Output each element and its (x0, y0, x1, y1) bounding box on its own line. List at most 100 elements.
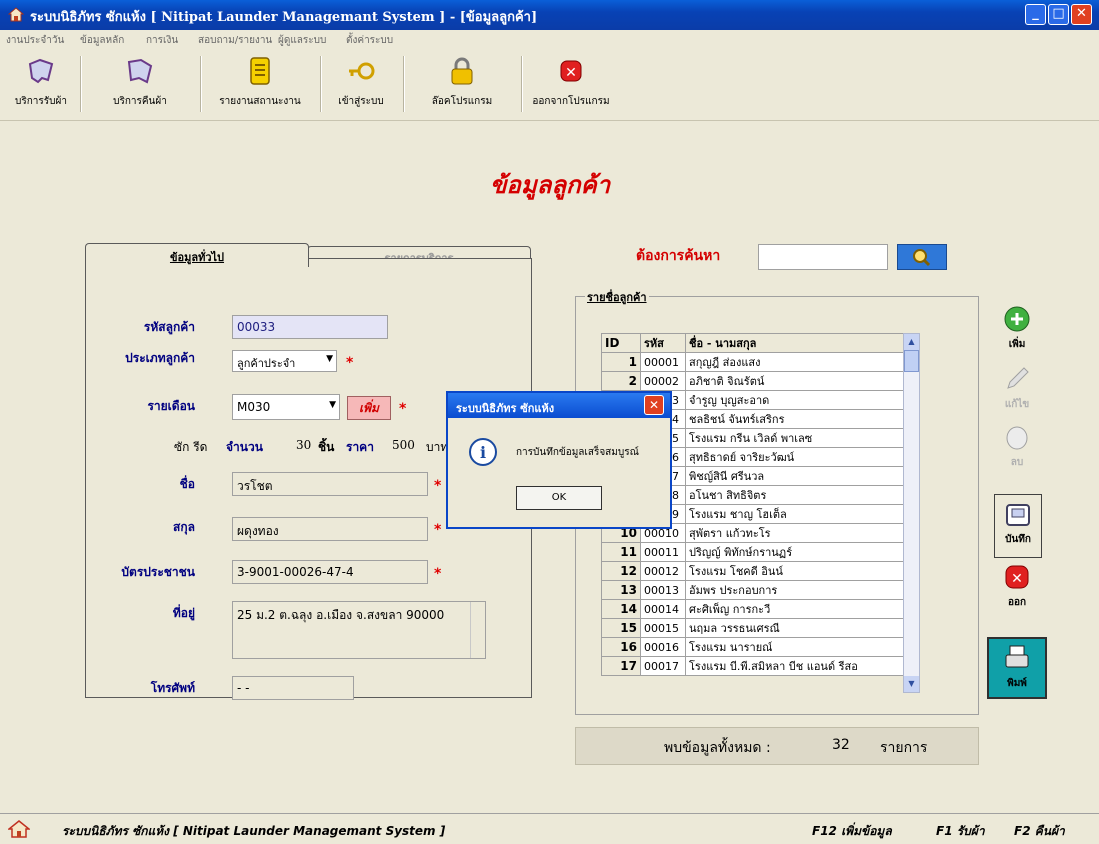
first-name-field[interactable]: วรโชต (232, 472, 428, 496)
row-name: โรงแรม บี.พี.สมิหลา บีช แอนด์ รีสอ (685, 656, 915, 676)
row-id: 16 (601, 637, 641, 657)
add-monthly-button[interactable]: เพิ่ม (347, 396, 391, 420)
table-row[interactable]: 15 00015 นฤมล วรรธนเศรณี (601, 618, 915, 638)
chevron-down-icon: ▼ (329, 400, 336, 410)
id-card-label: บัตรประชาชน (121, 565, 195, 579)
list-scrollbar[interactable]: ▲ ▼ (903, 333, 920, 693)
print-button[interactable]: พิมพ์ (987, 637, 1047, 699)
window-title: ระบบนิธิภัทร ซักแห้ง [ Nitipat Launder M… (30, 10, 538, 25)
dialog-title: ระบบนิธิภัทร ซักแห้ง (456, 402, 555, 415)
home-icon (6, 820, 32, 841)
dialog-close-button[interactable]: ✕ (644, 395, 664, 415)
row-id: 17 (601, 656, 641, 676)
row-name: ปริญญ์ พิทักษ์กรานฏร์ (685, 542, 915, 562)
table-row[interactable]: 16 00016 โรงแรม นารายณ์ (601, 637, 915, 657)
row-id: 1 (601, 352, 641, 372)
scroll-down-arrow[interactable]: ▼ (904, 676, 919, 692)
row-code: 00011 (640, 542, 686, 562)
table-row[interactable]: 2 00002 อภิชาติ จิณรัตน์ (601, 371, 915, 391)
price-label: ราคา (346, 440, 374, 454)
row-name: โรงแรม ชาญ โฮเต็ล (685, 504, 915, 524)
save-icon (1006, 504, 1030, 526)
menu-daily[interactable]: งานประจำวัน (6, 33, 64, 48)
message-dialog: ระบบนิธิภัทร ซักแห้ง ✕ i การบันทึกข้อมูล… (446, 391, 672, 529)
lock-program-button[interactable]: ล๊อคโปรแกรม (412, 52, 512, 116)
address-field[interactable]: 25 ม.2 ต.ฉลุง อ.เมือง จ.สงขลา 90000 (232, 601, 486, 659)
report-icon (245, 56, 275, 86)
table-row[interactable]: 17 00017 โรงแรม บี.พี.สมิหลา บีช แอนด์ รีส… (601, 656, 915, 676)
summary-label: พบข้อมูลทั้งหมด : (664, 740, 771, 756)
wash-label: ซัก รีด (174, 440, 208, 454)
save-button[interactable]: บันทึก (994, 494, 1042, 558)
customer-list-title: รายชื่อลูกค้า (585, 288, 649, 306)
minimize-button[interactable]: _ (1025, 4, 1046, 25)
search-input[interactable] (758, 244, 888, 270)
f12-shortcut: F12 เพิ่มข้อมูล (812, 824, 892, 838)
close-button[interactable]: ✕ (1071, 4, 1092, 25)
customer-type-value: ลูกค้าประจำ (237, 357, 296, 370)
menu-master-data[interactable]: ข้อมูลหลัก (80, 33, 124, 48)
header-id: ID (601, 333, 641, 353)
exit-program-button[interactable]: ✕ ออกจากโปรแกรม (526, 52, 616, 116)
row-id: 2 (601, 371, 641, 391)
menu-reports[interactable]: สอบถาม/รายงาน (198, 33, 272, 48)
svg-text:✕: ✕ (1011, 571, 1023, 587)
scrollbar[interactable] (470, 602, 485, 658)
header-code: รหัส (640, 333, 686, 353)
phone-label: โทรศัพท์ (150, 681, 195, 695)
scroll-up-arrow[interactable]: ▲ (904, 334, 919, 350)
dialog-ok-button[interactable]: OK (516, 486, 602, 510)
menu-finance[interactable]: การเงิน (146, 33, 178, 48)
maximize-button[interactable]: □ (1048, 4, 1069, 25)
menu-admin[interactable]: ผู้ดูแลระบบ (278, 33, 326, 48)
table-row[interactable]: 14 00014 ศะศิเพ็ญ การกะวี (601, 599, 915, 619)
customer-type-label: ประเภทลูกค้า (125, 351, 195, 365)
svg-text:✕: ✕ (565, 65, 577, 81)
add-label: เพิ่ม (1008, 339, 1026, 350)
last-name-field[interactable]: ผดุงทอง (232, 517, 428, 541)
row-id: 12 (601, 561, 641, 581)
svg-text:i: i (480, 443, 486, 462)
monthly-select[interactable]: M030 ▼ (232, 394, 340, 420)
customer-id-field[interactable]: 00033 (232, 315, 388, 339)
f2-shortcut: F2 คืนผ้า (1014, 824, 1065, 838)
status-report-button[interactable]: รายงานสถานะงาน (210, 52, 310, 116)
menu-settings[interactable]: ตั้งค่าระบบ (346, 33, 393, 48)
delete-button[interactable]: ลบ (994, 418, 1040, 476)
print-icon (1005, 645, 1029, 668)
customer-type-select[interactable]: ลูกค้าประจำ ▼ (232, 350, 337, 372)
table-row[interactable]: 1 00001 สกุญฎี ส่องแสง (601, 352, 915, 372)
phone-field[interactable]: - - (232, 676, 354, 700)
edit-button[interactable]: แก้ไข (994, 360, 1040, 418)
receive-laundry-button[interactable]: บริการรับผ้า (8, 52, 74, 116)
row-name: สุทธิธาดย์ จาริยะวัฒน์ (685, 447, 915, 467)
search-label: ต้องการค้นหา (636, 248, 721, 264)
customer-id-label: รหัสลูกค้า (143, 320, 195, 334)
delete-icon (1006, 426, 1028, 450)
close-form-button[interactable]: ✕ ออก (994, 560, 1040, 618)
add-button[interactable]: เพิ่ม (994, 300, 1040, 358)
first-name-label: ชื่อ (179, 477, 195, 491)
status-report-label: รายงานสถานะงาน (219, 96, 301, 107)
row-name: อโนชา สิทธิจิตร (685, 485, 915, 505)
search-button[interactable] (897, 244, 947, 270)
row-name: โรงแรม โชคดี อินน์ (685, 561, 915, 581)
table-row[interactable]: 12 00012 โรงแรม โชคดี อินน์ (601, 561, 915, 581)
price-value: 500 (392, 438, 415, 452)
summary-unit: รายการ (880, 740, 928, 756)
tab-general[interactable]: ข้อมูลทั่วไป (85, 243, 309, 267)
scroll-thumb[interactable] (904, 350, 919, 372)
required-star: * (434, 522, 442, 538)
login-button[interactable]: เข้าสู่ระบบ (326, 52, 396, 116)
return-laundry-button[interactable]: บริการคืนผ้า (90, 52, 190, 116)
summary-bar: พบข้อมูลทั้งหมด : 32 รายการ (575, 727, 979, 765)
header-name: ชื่อ - นามสกุล (685, 333, 915, 353)
id-card-field[interactable]: 3-9001-00026-47-4 (232, 560, 428, 584)
table-row[interactable]: 13 00013 อัมพร ประกอบการ (601, 580, 915, 600)
chevron-down-icon: ▼ (326, 354, 333, 364)
monthly-value: M030 (237, 400, 271, 414)
menu-bar: งานประจำวัน ข้อมูลหลัก การเงิน สอบถาม/รา… (0, 30, 1099, 48)
tab-general-label: ข้อมูลทั่วไป (169, 251, 225, 264)
table-row[interactable]: 11 00011 ปริญญ์ พิทักษ์กรานฏร์ (601, 542, 915, 562)
row-name: อภิชาติ จิณรัตน์ (685, 371, 915, 391)
